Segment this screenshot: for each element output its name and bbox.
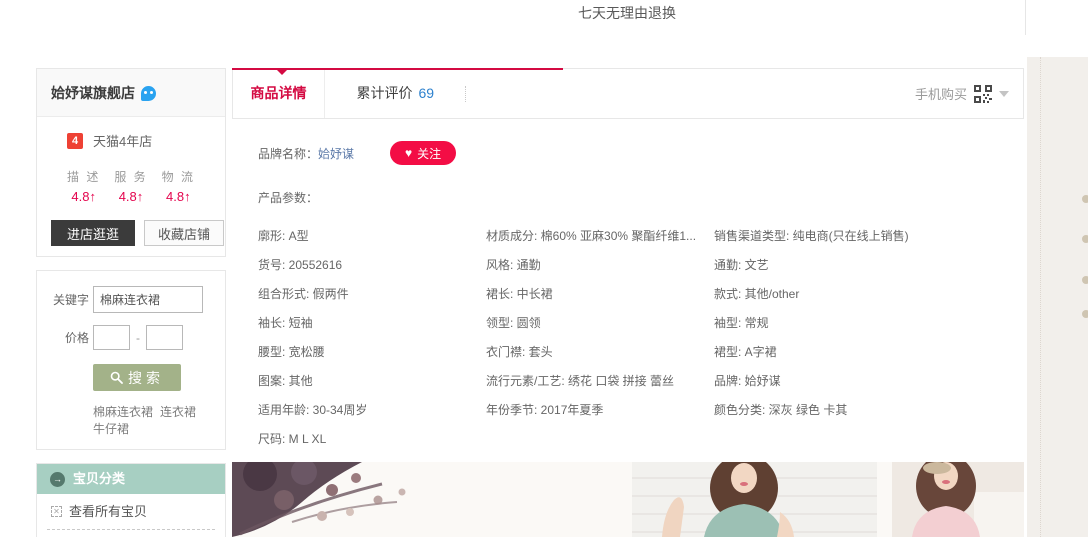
param-cell: [714, 425, 1024, 454]
param-cell: 流行元素/工艺: 绣花 口袋 拼接 蕾丝: [486, 367, 714, 396]
param-cell: 裙型: A字裙: [714, 338, 1024, 367]
active-tab-pointer-icon: [277, 70, 287, 75]
price-range-dash: -: [136, 331, 140, 345]
tab-header: 商品详情 累计评价69 手机购买: [232, 68, 1024, 119]
years-label: 天猫4年店: [93, 131, 152, 150]
param-cell: 款式: 其他/other: [714, 280, 1024, 309]
param-cell: 风格: 通勤: [486, 251, 714, 280]
category-arrow-icon: →: [50, 472, 65, 487]
brand-row: 品牌名称： 姶妤谋 ♥ 关注: [258, 119, 1024, 165]
param-cell: 图案: 其他: [258, 367, 486, 396]
follow-brand-button[interactable]: ♥ 关注: [390, 141, 456, 165]
heart-icon: ♥: [405, 146, 412, 160]
shop-sidebar: 姶妤谋旗舰店 4 天猫4年店 描 述 4.8↑ 服 务 4.8↑ 物 流 4.8…: [36, 68, 226, 537]
param-cell: 袖型: 常规: [714, 309, 1024, 338]
trend-up-icon: ↑: [184, 189, 191, 204]
param-cell: 颜色分类: 深灰 绿色 卡其: [714, 396, 1024, 425]
hot-link[interactable]: 棉麻连衣裙: [93, 405, 153, 419]
keyword-label: 关键字: [37, 291, 89, 308]
reviews-count: 69: [418, 85, 434, 101]
tab-product-detail[interactable]: 商品详情: [233, 69, 325, 118]
shop-ratings: 描 述 4.8↑ 服 务 4.8↑ 物 流 4.8↑: [37, 168, 225, 204]
rating-service: 服 务 4.8↑: [114, 168, 147, 204]
return-policy-text: 七天无理由退换: [578, 3, 676, 23]
price-label: 价格: [37, 329, 89, 346]
keyword-input[interactable]: [93, 286, 203, 313]
price-max-input[interactable]: [146, 325, 183, 350]
param-cell: 领型: 圆领: [486, 309, 714, 338]
favorite-shop-button[interactable]: 收藏店铺: [144, 220, 224, 246]
hot-link[interactable]: 牛仔裙: [93, 422, 129, 436]
shop-years-row: 4 天猫4年店: [67, 131, 225, 150]
param-cell: 袖长: 短袖: [258, 309, 486, 338]
product-detail-image: [232, 462, 1024, 537]
param-cell: 销售渠道类型: 纯电商(只在线上销售): [714, 222, 1024, 251]
shop-name-link[interactable]: 姶妤谋旗舰店: [51, 85, 135, 101]
rail-dotted-line: [1040, 57, 1041, 537]
product-detail-panel: 品牌名称： 姶妤谋 ♥ 关注 产品参数： 廓形: A型 材质成分: 棉60% 亚…: [232, 119, 1024, 462]
shop-buttons: 进店逛逛 收藏店铺: [51, 220, 225, 246]
shop-search-button[interactable]: 搜索: [93, 364, 181, 391]
rail-nav-dot[interactable]: [1082, 276, 1088, 284]
product-main: 商品详情 累计评价69 手机购买: [232, 68, 1024, 537]
param-cell: 组合形式: 假两件: [258, 280, 486, 309]
rating-logistics: 物 流 4.8↑: [162, 168, 195, 204]
price-min-input[interactable]: [93, 325, 130, 350]
param-cell: 材质成分: 棉60% 亚麻30% 聚酯纤维1...: [486, 222, 714, 251]
wangwang-chat-icon[interactable]: [141, 86, 156, 101]
trend-up-icon: ↑: [137, 189, 144, 204]
param-cell: 货号: 20552616: [258, 251, 486, 280]
top-bar: 七天无理由退换: [0, 0, 1088, 57]
rail-nav-dot[interactable]: [1082, 235, 1088, 243]
page: 七天无理由退换 姶妤谋旗舰店 4 天猫4年店 描 述 4.8↑: [0, 0, 1088, 537]
tab-divider: [465, 86, 466, 102]
view-all-icon: ✕: [51, 506, 62, 517]
hot-search-links: 棉麻连衣裙连衣裙牛仔裙: [93, 404, 211, 438]
category-card: → 宝贝分类 ✕ 查看所有宝贝: [36, 463, 226, 537]
chevron-down-icon: [999, 91, 1009, 97]
rail-nav-dot[interactable]: [1082, 310, 1088, 318]
brand-label: 品牌名称：: [258, 145, 318, 162]
tab-reviews[interactable]: 累计评价69: [356, 69, 434, 118]
params-title: 产品参数：: [258, 189, 1024, 206]
shop-card: 姶妤谋旗舰店 4 天猫4年店 描 述 4.8↑ 服 务 4.8↑ 物 流 4.8…: [36, 68, 226, 257]
params-grid: 廓形: A型 材质成分: 棉60% 亚麻30% 聚酯纤维1... 销售渠道类型:…: [258, 222, 1024, 454]
param-cell: [486, 425, 714, 454]
view-all-items[interactable]: ✕ 查看所有宝贝: [47, 494, 215, 530]
param-cell: 廓形: A型: [258, 222, 486, 251]
enter-shop-button[interactable]: 进店逛逛: [51, 220, 135, 246]
param-cell: 衣门襟: 套头: [486, 338, 714, 367]
trend-up-icon: ↑: [89, 189, 96, 204]
search-icon: [110, 371, 123, 384]
shop-name-header: 姶妤谋旗舰店: [37, 69, 225, 117]
years-badge-icon: 4: [67, 133, 83, 149]
right-rail: [1027, 57, 1088, 537]
param-cell: 尺码: M L XL: [258, 425, 486, 454]
param-cell: 品牌: 姶妤谋: [714, 367, 1024, 396]
param-cell: 通勤: 文艺: [714, 251, 1024, 280]
param-cell: 年份季节: 2017年夏季: [486, 396, 714, 425]
brand-name-link[interactable]: 姶妤谋: [318, 145, 354, 162]
param-cell: 适用年龄: 30-34周岁: [258, 396, 486, 425]
qr-code-icon: [974, 85, 992, 103]
mobile-buy-control[interactable]: 手机购买: [915, 69, 1009, 118]
param-cell: 裙长: 中长裙: [486, 280, 714, 309]
category-header: → 宝贝分类: [37, 464, 225, 494]
rating-describe: 描 述 4.8↑: [67, 168, 100, 204]
param-cell: 腰型: 宽松腰: [258, 338, 486, 367]
product-photo: [232, 462, 1024, 537]
shop-search-card: 关键字 价格 - 搜索 棉麻连衣裙连衣裙牛仔裙: [36, 270, 226, 450]
rail-nav-dot[interactable]: [1082, 195, 1088, 203]
hot-link[interactable]: 连衣裙: [160, 405, 196, 419]
top-divider: [1025, 0, 1026, 35]
